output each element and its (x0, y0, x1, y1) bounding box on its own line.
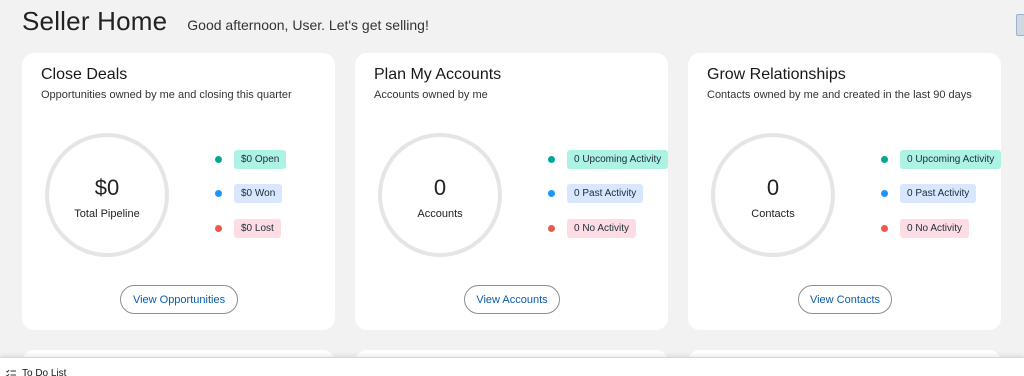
card-title: Close Deals (41, 66, 128, 83)
pipeline-ring: $0 Total Pipeline (45, 133, 169, 257)
status-dot-icon (548, 155, 555, 163)
status-pill: $0 Lost (234, 218, 281, 238)
legend-lost: $0 Lost (215, 218, 281, 238)
legend-none: 0 No Activity (881, 218, 970, 238)
legend-won: $0 Won (215, 183, 283, 203)
legend-none: 0 No Activity (548, 218, 637, 238)
page-header: Seller Home Good afternoon, User. Let's … (22, 6, 429, 40)
status-dot-icon (881, 224, 888, 232)
card-title: Grow Relationships (707, 66, 846, 83)
status-pill: 0 No Activity (567, 218, 637, 238)
card-subtitle: Accounts owned by me (374, 89, 488, 101)
card-subtitle: Contacts owned by me and created in the … (707, 89, 972, 101)
status-dot-icon (548, 224, 555, 232)
card-title: Plan My Accounts (374, 66, 502, 83)
list-check-icon (6, 369, 16, 376)
contacts-ring: 0 Contacts (711, 133, 835, 257)
legend-past: 0 Past Activity (881, 183, 977, 203)
greeting-text: Good afternoon, User. Let's get selling! (187, 17, 429, 33)
status-dot-icon (548, 189, 555, 197)
view-accounts-button[interactable]: View Accounts (464, 285, 560, 314)
ring-label: Accounts (417, 208, 463, 220)
utility-tab[interactable] (1016, 14, 1024, 36)
plan-accounts-card: Plan My Accounts Accounts owned by me 0 … (355, 53, 669, 330)
status-pill: 0 Upcoming Activity (567, 149, 669, 169)
status-pill: 0 Past Activity (567, 183, 644, 203)
ring-value: $0 (94, 175, 120, 200)
view-contacts-button[interactable]: View Contacts (798, 285, 892, 314)
view-opportunities-button[interactable]: View Opportunities (120, 285, 238, 314)
legend-upcoming: 0 Upcoming Activity (548, 149, 669, 169)
page-title: Seller Home (22, 6, 168, 36)
status-dot-icon (881, 189, 888, 197)
legend-past: 0 Past Activity (548, 183, 644, 203)
status-pill: $0 Won (234, 183, 283, 203)
card-subtitle: Opportunities owned by me and closing th… (41, 89, 292, 101)
legend-upcoming: 0 Upcoming Activity (881, 149, 1002, 169)
status-dot-icon (215, 155, 222, 163)
accounts-ring: 0 Accounts (378, 133, 502, 257)
status-dot-icon (881, 155, 888, 163)
todo-list-label[interactable]: To Do List (22, 368, 66, 376)
status-pill: 0 No Activity (900, 218, 970, 238)
status-dot-icon (215, 189, 222, 197)
ring-value: 0 (433, 175, 447, 200)
close-deals-card: Close Deals Opportunities owned by me an… (22, 53, 335, 330)
status-pill: 0 Past Activity (900, 183, 977, 203)
todo-list-bar[interactable]: To Do List (0, 357, 1024, 376)
ring-label: Total Pipeline (74, 208, 140, 220)
status-pill: $0 Open (234, 149, 287, 169)
grow-relationships-card: Grow Relationships Contacts owned by me … (688, 53, 1002, 330)
status-dot-icon (215, 224, 222, 232)
ring-value: 0 (766, 175, 780, 200)
ring-label: Contacts (751, 208, 795, 220)
legend-open: $0 Open (215, 149, 287, 169)
status-pill: 0 Upcoming Activity (900, 149, 1002, 169)
